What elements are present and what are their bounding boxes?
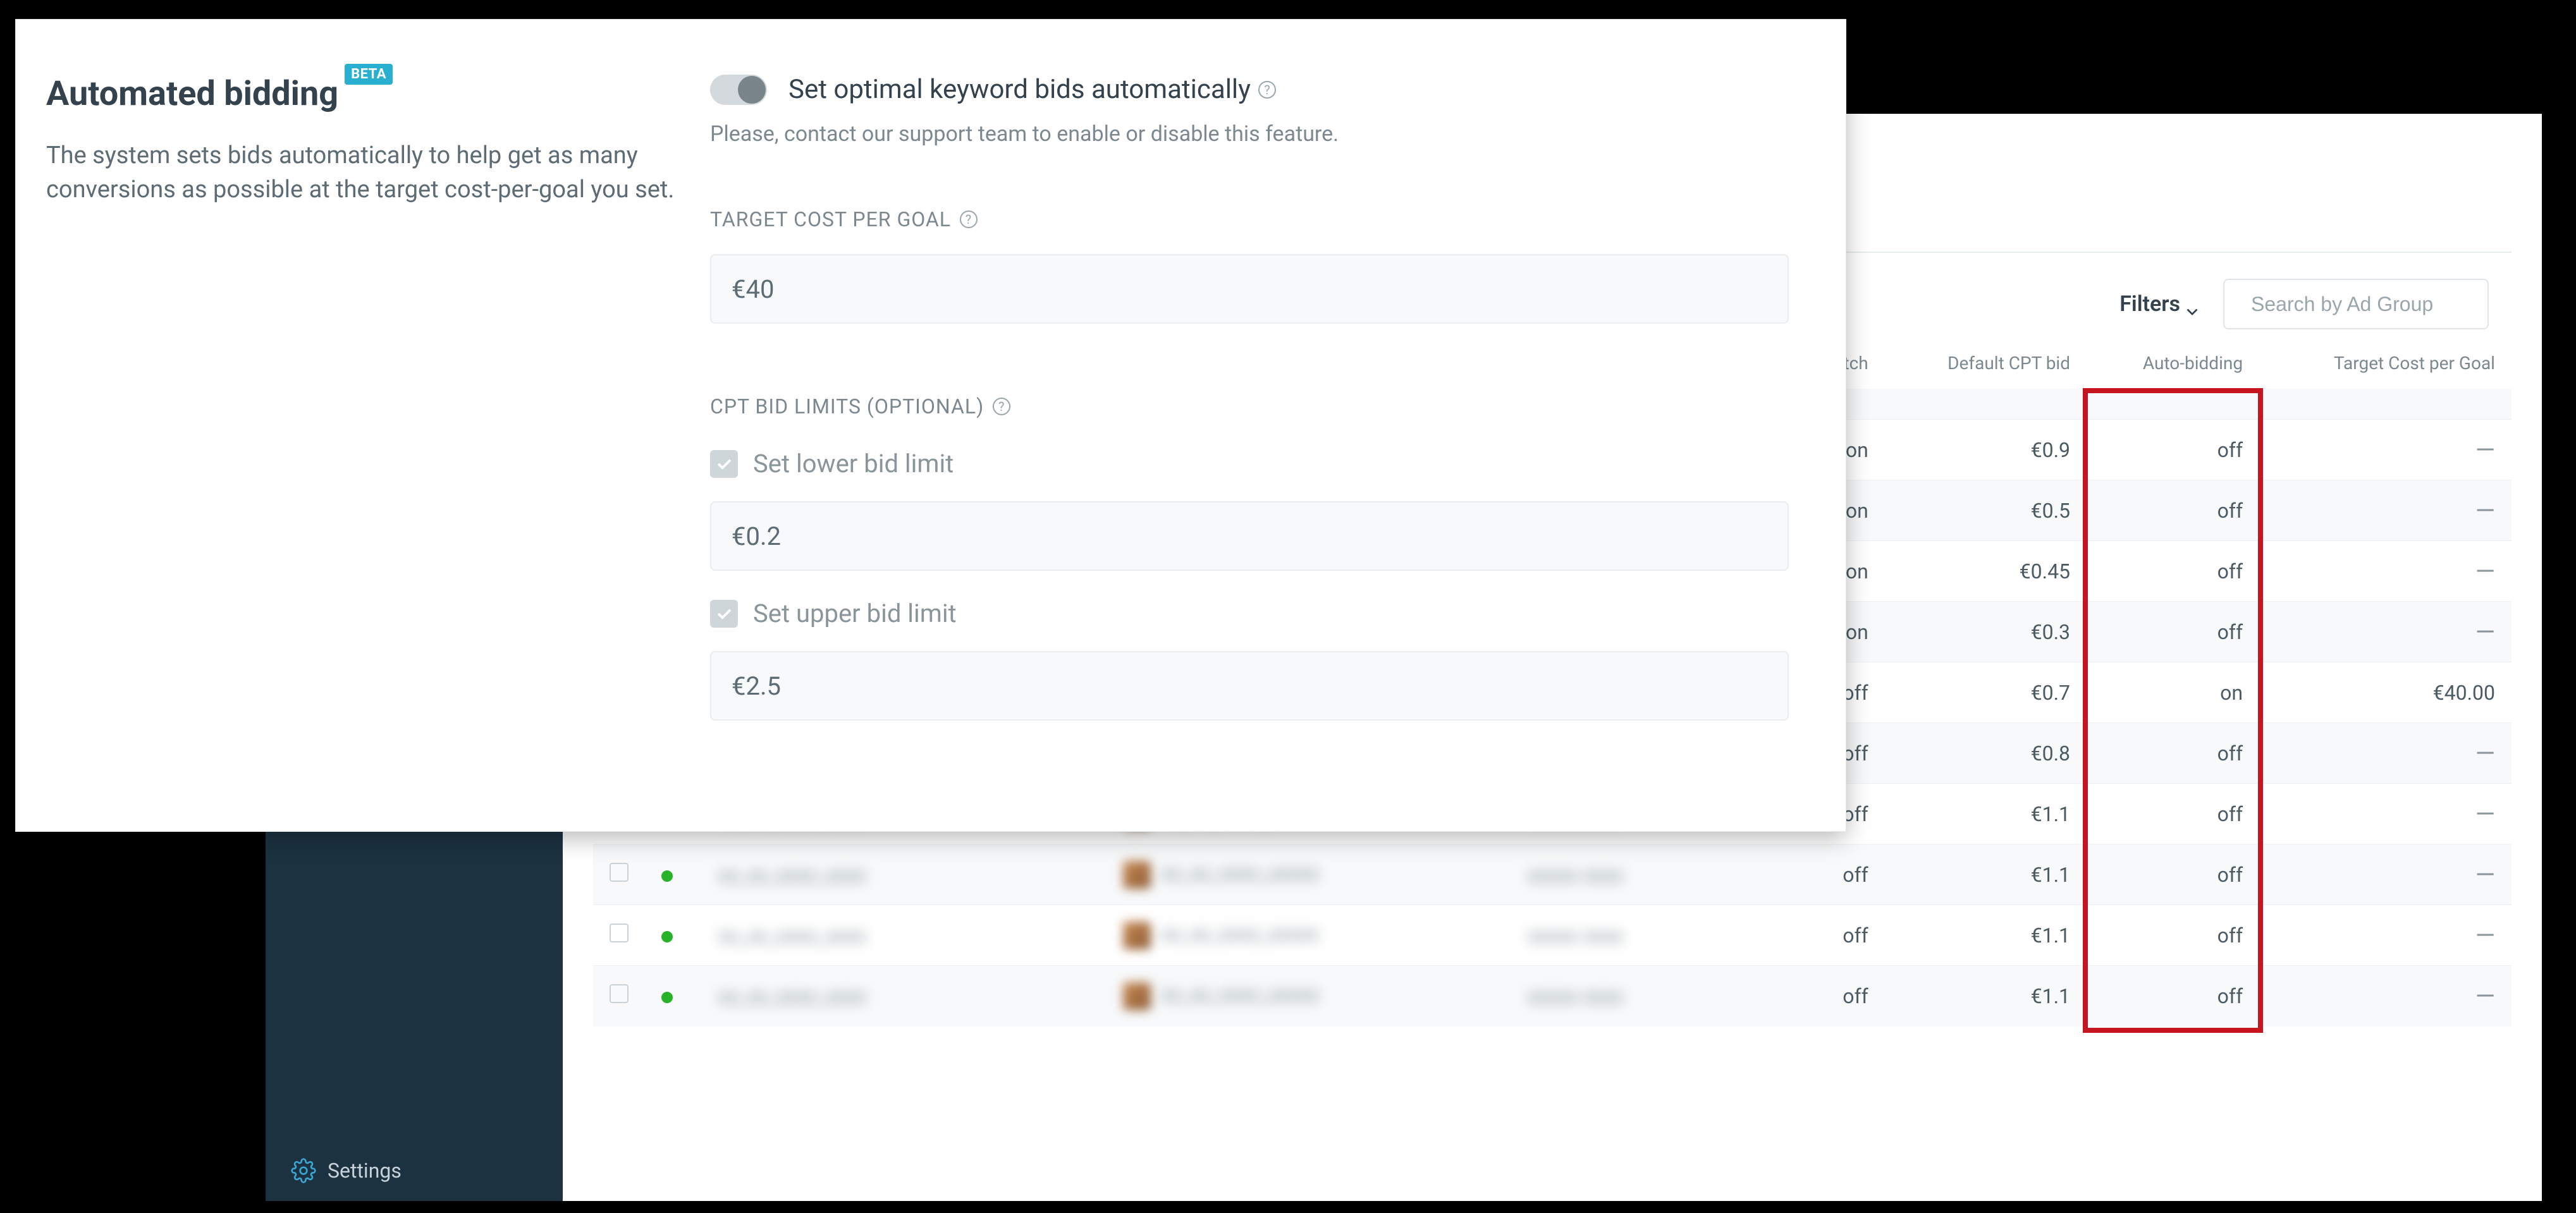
col-cpt: Default CPT bid xyxy=(1885,338,2087,389)
campaign-blurred: xxxxx xxxx xyxy=(1528,863,1623,887)
col-auto-bidding: Auto-bidding xyxy=(2087,338,2259,389)
target-cpg-input[interactable]: €40 xyxy=(710,254,1789,324)
search-box[interactable] xyxy=(2223,279,2489,329)
cell-cpt: €0.9 xyxy=(1885,420,2087,480)
table-row[interactable]: xx_xx_xxxx_xxxx xx_xx_xxxx_xxxxx xxxxx x… xyxy=(593,844,2512,905)
row-checkbox[interactable] xyxy=(610,984,629,1003)
sidebar-item-settings[interactable]: Settings xyxy=(291,1158,537,1183)
cell-cpt: €1.1 xyxy=(1885,844,2087,905)
cell-tcpg: — xyxy=(2259,723,2512,784)
status-dot-icon xyxy=(661,870,673,882)
upper-limit-input[interactable]: €2.5 xyxy=(710,651,1789,721)
app-icon-blurred xyxy=(1123,861,1151,889)
gear-icon xyxy=(291,1158,316,1183)
cell-cpt: €1.1 xyxy=(1885,966,2087,1027)
campaign-blurred: xxxxx xxxx xyxy=(1528,984,1623,1008)
app-name-blurred: xx_xx_xxxx_xxxxx xyxy=(1161,982,1319,1006)
beta-badge: BETA xyxy=(345,64,393,85)
cell-cpt: €1.1 xyxy=(1885,784,2087,844)
cell-tcpg: €40.00 xyxy=(2259,662,2512,723)
cell-auto-bidding: off xyxy=(2087,784,2259,844)
cell-tcpg: — xyxy=(2259,784,2512,844)
modal-title: Automated bidding BETA xyxy=(46,74,393,114)
upper-limit-checkbox-row[interactable]: Set upper bid limit xyxy=(710,599,1789,628)
cell-tcpg: — xyxy=(2259,420,2512,480)
cell-tcpg: — xyxy=(2259,905,2512,966)
cell-auto-bidding: off xyxy=(2087,723,2259,784)
sidebar-settings-label: Settings xyxy=(328,1159,402,1183)
col-tcpg: Target Cost per Goal xyxy=(2259,338,2512,389)
filters-button[interactable]: Filters xyxy=(2119,291,2198,317)
adgroup-name-blurred: xx_xx_xxxx_xxxx xyxy=(718,923,866,948)
table-row[interactable]: xx_xx_xxxx_xxxx xx_xx_xxxx_xxxxx xxxxx x… xyxy=(593,966,2512,1027)
lower-limit-input[interactable]: €0.2 xyxy=(710,501,1789,571)
cell-cpt: €0.5 xyxy=(1885,480,2087,541)
app-name-blurred: xx_xx_xxxx_xxxxx xyxy=(1161,861,1319,885)
tcpg-section-label: TARGET COST PER GOAL ? xyxy=(710,207,978,231)
help-icon[interactable]: ? xyxy=(960,210,978,228)
app-icon-blurred xyxy=(1123,922,1151,949)
cell-cpt: €0.3 xyxy=(1885,602,2087,662)
cell-tcpg: — xyxy=(2259,966,2512,1027)
help-icon[interactable]: ? xyxy=(1258,81,1276,99)
row-checkbox[interactable] xyxy=(610,923,629,942)
autobid-toggle[interactable] xyxy=(710,75,767,105)
cell-cpt: €0.45 xyxy=(1885,541,2087,602)
checkbox-checked-icon xyxy=(710,600,738,628)
cell-auto-bidding: off xyxy=(2087,541,2259,602)
cell-auto-bidding: off xyxy=(2087,844,2259,905)
app-name-blurred: xx_xx_xxxx_xxxxx xyxy=(1161,922,1319,946)
status-dot-icon xyxy=(661,992,673,1003)
campaign-blurred: xxxxx xxxx xyxy=(1528,923,1623,948)
chevron-down-icon xyxy=(2187,298,2198,310)
filters-label: Filters xyxy=(2119,291,2180,317)
lower-limit-label: Set lower bid limit xyxy=(753,449,954,478)
cell-cpt: €0.8 xyxy=(1885,723,2087,784)
autobid-note: Please, contact our support team to enab… xyxy=(710,121,1789,147)
search-input[interactable] xyxy=(2251,293,2517,316)
limits-section-label: CPT BID LIMITS (OPTIONAL) ? xyxy=(710,394,1010,418)
table-row[interactable]: xx_xx_xxxx_xxxx xx_xx_xxxx_xxxxx xxxxx x… xyxy=(593,905,2512,966)
cell-tcpg: — xyxy=(2259,844,2512,905)
adgroup-name-blurred: xx_xx_xxxx_xxxx xyxy=(718,984,866,1008)
autobid-toggle-label: Set optimal keyword bids automatically xyxy=(788,74,1251,105)
cell-auto-bidding: off xyxy=(2087,480,2259,541)
adgroup-name-blurred: xx_xx_xxxx_xxxx xyxy=(718,863,866,887)
cell-search-match: off xyxy=(1701,966,1885,1027)
upper-limit-label: Set upper bid limit xyxy=(753,599,957,628)
cell-tcpg: — xyxy=(2259,602,2512,662)
cell-auto-bidding: on xyxy=(2087,662,2259,723)
cell-search-match: off xyxy=(1701,905,1885,966)
automated-bidding-modal: Automated bidding BETA The system sets b… xyxy=(15,19,1846,832)
status-dot-icon xyxy=(661,931,673,942)
row-checkbox[interactable] xyxy=(610,863,629,882)
cell-auto-bidding: off xyxy=(2087,905,2259,966)
autobid-toggle-row: Set optimal keyword bids automatically ? xyxy=(710,74,1789,105)
lower-limit-checkbox-row[interactable]: Set lower bid limit xyxy=(710,449,1789,478)
cell-tcpg: — xyxy=(2259,480,2512,541)
checkbox-checked-icon xyxy=(710,450,738,478)
modal-description: The system sets bids automatically to he… xyxy=(46,139,682,207)
app-icon-blurred xyxy=(1123,982,1151,1010)
cell-search-match: off xyxy=(1701,844,1885,905)
cell-auto-bidding: off xyxy=(2087,602,2259,662)
help-icon[interactable]: ? xyxy=(993,398,1010,415)
cell-cpt: €0.7 xyxy=(1885,662,2087,723)
cell-cpt: €1.1 xyxy=(1885,905,2087,966)
cell-auto-bidding: off xyxy=(2087,966,2259,1027)
cell-tcpg: — xyxy=(2259,541,2512,602)
cell-auto-bidding: off xyxy=(2087,420,2259,480)
